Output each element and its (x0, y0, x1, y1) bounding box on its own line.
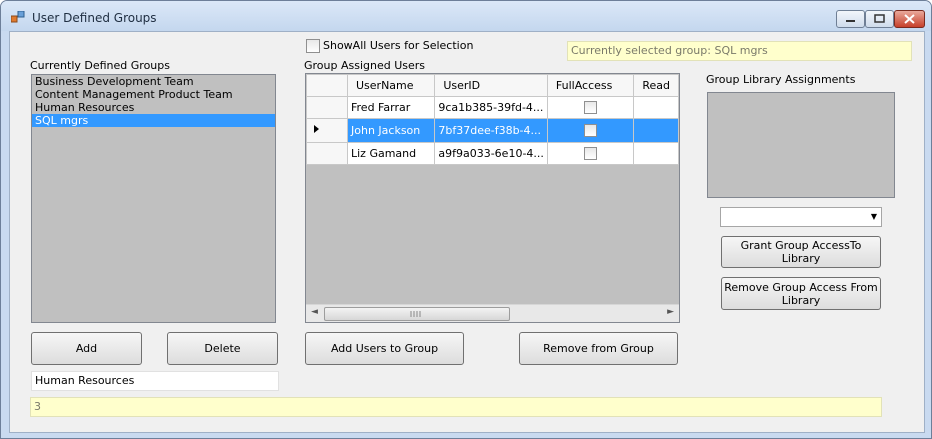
add-users-button[interactable]: Add Users to Group (305, 332, 464, 365)
window-title: User Defined Groups (32, 11, 157, 25)
fullaccess-checkbox[interactable] (584, 101, 598, 114)
chevron-down-icon[interactable]: ▼ (871, 212, 877, 221)
row-header[interactable] (306, 118, 348, 143)
app-icon (11, 11, 25, 23)
scroll-right-icon[interactable]: ► (667, 307, 674, 317)
maximize-button[interactable] (865, 10, 894, 28)
scroll-left-icon[interactable]: ◄ (311, 307, 318, 317)
column-header-read[interactable]: Read (633, 74, 679, 97)
add-button[interactable]: Add (31, 332, 142, 365)
bottom-status: 3 (30, 397, 882, 417)
table-row[interactable]: Fred Farrar 9ca1b385-39fd-4... (306, 96, 679, 119)
current-group-status: Currently selected group: SQL mgrs (567, 41, 912, 61)
userid-cell[interactable]: 9ca1b385-39fd-4... (434, 96, 548, 119)
read-cell[interactable] (633, 118, 679, 143)
column-header-userid[interactable]: UserID (434, 74, 548, 97)
horizontal-scrollbar[interactable]: ◄ ► (306, 304, 679, 322)
fullaccess-cell[interactable] (546, 118, 635, 143)
delete-button[interactable]: Delete (167, 332, 278, 365)
library-combo[interactable]: ▼ (720, 207, 882, 227)
table-row[interactable]: Liz Gamand a9f9a033-6e10-4... (306, 142, 679, 165)
userid-cell[interactable]: 7bf37dee-f38b-4... (434, 118, 548, 143)
username-cell[interactable]: John Jackson (346, 118, 436, 143)
minimize-icon (846, 20, 855, 22)
fullaccess-cell[interactable] (546, 142, 635, 165)
table-row[interactable]: John Jackson 7bf37dee-f38b-4... (306, 118, 679, 143)
grant-access-button[interactable]: Grant Group AccessTo Library (721, 236, 881, 268)
form-body: ShowAll Users for Selection Currently se… (9, 31, 925, 433)
column-header-fullaccess[interactable]: FullAccess (546, 74, 635, 97)
read-cell[interactable] (633, 96, 679, 119)
header-row: UserName UserID FullAccess Read (306, 74, 679, 97)
current-row-arrow-icon (314, 125, 319, 133)
read-cell[interactable] (633, 142, 679, 165)
users-grid[interactable]: UserName UserID FullAccess Read Fred Far… (305, 73, 680, 323)
fullaccess-checkbox[interactable] (584, 147, 598, 160)
window: User Defined Groups ShowAll Users for Se… (0, 0, 932, 439)
grip-icon (410, 311, 421, 317)
userid-cell[interactable]: a9f9a033-6e10-4... (434, 142, 548, 165)
groups-listbox[interactable]: Business Development Team Content Manage… (31, 74, 276, 323)
show-all-users-label: ShowAll Users for Selection (323, 39, 474, 52)
show-all-users-checkbox[interactable] (306, 39, 320, 53)
close-button[interactable] (894, 10, 925, 28)
groups-label: Currently Defined Groups (30, 59, 170, 72)
users-table: UserName UserID FullAccess Read Fred Far… (306, 74, 679, 165)
group-name-input[interactable]: Human Resources (31, 371, 279, 391)
row-header[interactable] (306, 96, 348, 119)
group-users-label: Group Assigned Users (304, 59, 426, 72)
scroll-thumb[interactable] (324, 307, 510, 321)
title-bar: User Defined Groups (1, 1, 931, 31)
list-item[interactable]: SQL mgrs (32, 114, 275, 127)
close-icon (904, 14, 915, 24)
library-assignments-box[interactable] (707, 92, 895, 198)
username-cell[interactable]: Liz Gamand (346, 142, 436, 165)
maximize-icon (874, 14, 885, 23)
list-item[interactable]: Business Development Team (32, 75, 275, 88)
minimize-button[interactable] (836, 10, 865, 28)
list-item[interactable]: Human Resources (32, 101, 275, 114)
column-header-username[interactable]: UserName (346, 74, 436, 97)
username-cell[interactable]: Fred Farrar (346, 96, 436, 119)
corner-header (306, 74, 348, 97)
fullaccess-checkbox[interactable] (584, 124, 598, 137)
remove-from-group-button[interactable]: Remove from Group (519, 332, 678, 365)
fullaccess-cell[interactable] (546, 96, 635, 119)
library-label: Group Library Assignments (706, 73, 856, 86)
remove-access-button[interactable]: Remove Group Access From Library (721, 277, 881, 310)
row-header[interactable] (306, 142, 348, 165)
list-item[interactable]: Content Management Product Team (32, 88, 275, 101)
